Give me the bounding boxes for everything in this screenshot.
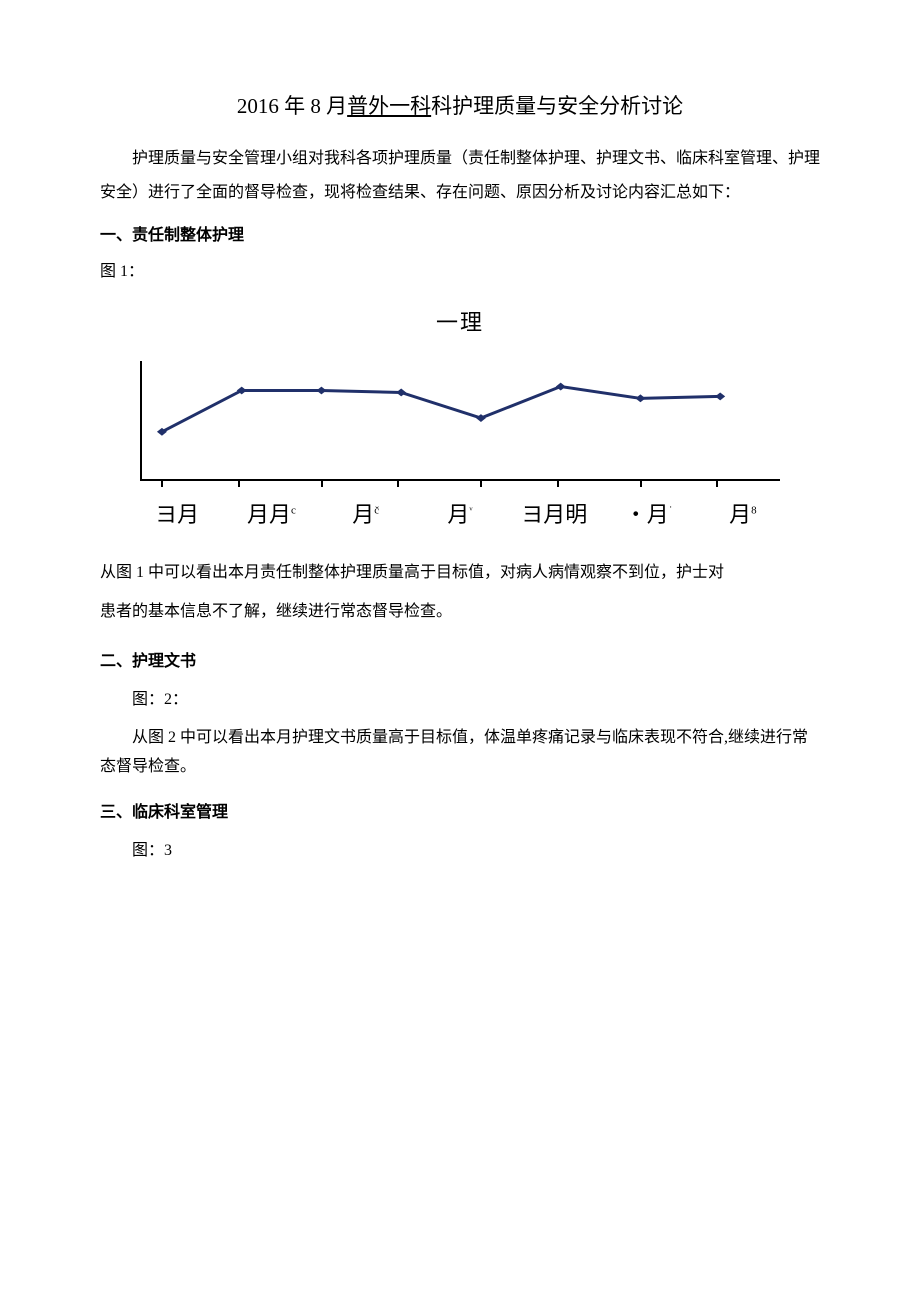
section-2-para: 从图 2 中可以看出本月护理文书质量高于目标值，体温单疼痛记录与临床表现不符合,… [100, 723, 820, 782]
section-1-heading: 一、责任制整体护理 [100, 221, 820, 245]
title-underline: 普外一科 [347, 94, 431, 118]
chart-1-title: 一理 [130, 305, 790, 337]
section-1-para-2: 患者的基本信息不了解，继续进行常态督导检查。 [100, 596, 820, 629]
section-3-heading: 三、临床科室管理 [100, 798, 820, 822]
chart-1-line [142, 361, 780, 479]
figure-3-label: 图：3 [100, 836, 820, 860]
page-title: 2016 年 8 月普外一科科护理质量与安全分析讨论 [100, 90, 820, 120]
figure-2-label: 图：2： [100, 685, 820, 709]
chart-1-plot [140, 361, 780, 481]
section-1-para-1: 从图 1 中可以看出本月责任制整体护理质量高于目标值，对病人病情观察不到位，护士… [100, 557, 820, 590]
title-pre: 2016 年 8 月 [237, 94, 347, 118]
chart-1-x-axis: ヨ月 月月c 月č 月ᵛ ヨ月明 ・月˙ 月8 [130, 487, 790, 529]
x-label-6: ・月˙ [601, 497, 695, 529]
x-label-4: 月ᵛ [413, 497, 507, 529]
x-label-2: 月月c [224, 497, 318, 529]
chart-1: 一理 ヨ月 月月c 月č 月ᵛ ヨ月明 ・月˙ [130, 305, 790, 529]
intro-paragraph: 护理质量与安全管理小组对我科各项护理质量（责任制整体护理、护理文书、临床科室管理… [100, 142, 820, 209]
title-post: 科护理质量与安全分析讨论 [431, 94, 683, 118]
x-label-1: ヨ月 [130, 497, 224, 529]
x-label-5: ヨ月明 [507, 497, 601, 529]
x-label-3: 月č [319, 497, 413, 529]
figure-1-label: 图 1： [100, 257, 820, 281]
x-label-7: 月8 [696, 497, 790, 529]
section-2-heading: 二、护理文书 [100, 647, 820, 671]
